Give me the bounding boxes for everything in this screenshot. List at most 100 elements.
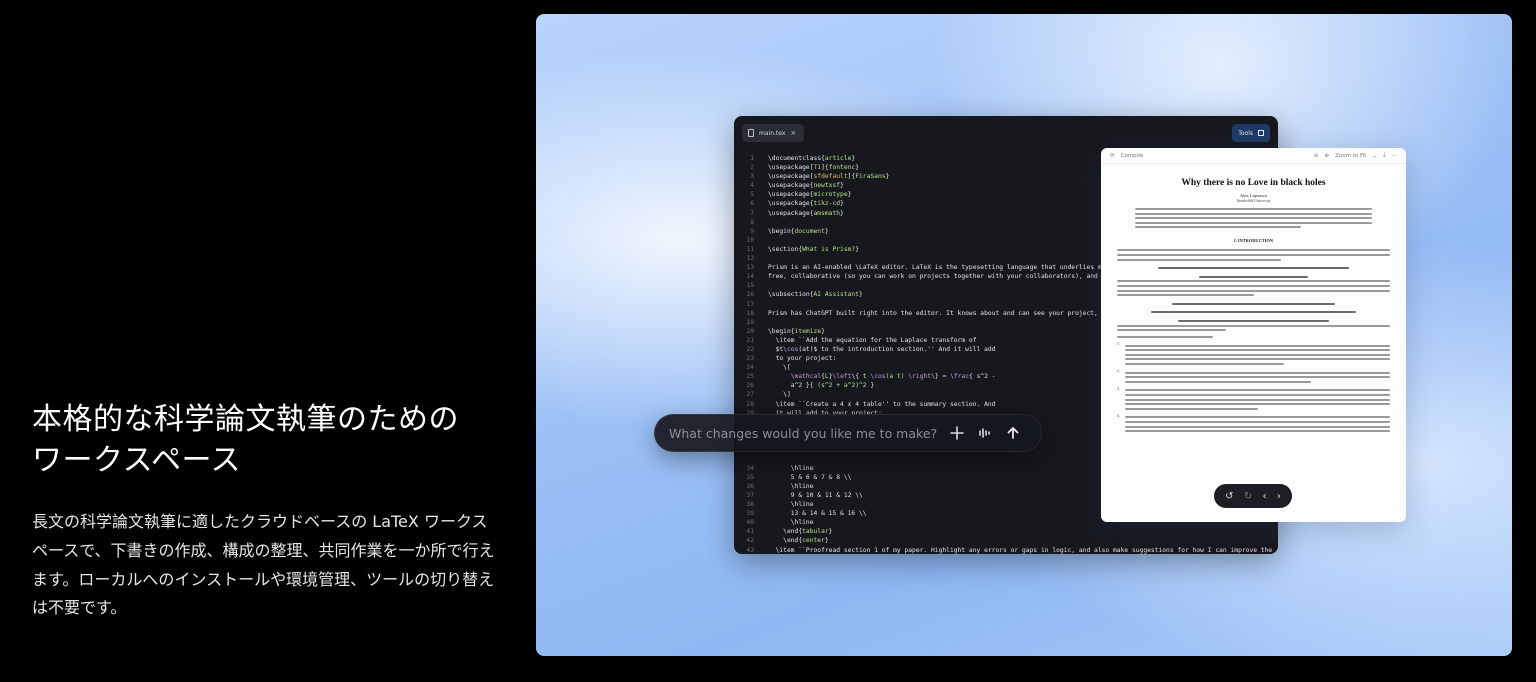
line-number: 23 xyxy=(746,355,754,363)
tools-button-label: Tools xyxy=(1238,129,1253,137)
line-number: 11 xyxy=(746,245,754,253)
line-number: 43 xyxy=(746,546,754,554)
file-icon xyxy=(748,129,754,137)
line-number: 27 xyxy=(746,391,754,399)
prev-page-icon[interactable]: ‹ xyxy=(1263,491,1267,502)
line-number: 28 xyxy=(746,400,754,408)
ai-prompt-bar xyxy=(654,414,1042,452)
zoom-in-icon[interactable]: ⊕ xyxy=(1325,153,1330,159)
line-number: 25 xyxy=(746,373,754,381)
line-text: \item ``Add the equation for the Laplace… xyxy=(768,336,977,344)
line-number: 9 xyxy=(750,227,754,235)
line-number: 19 xyxy=(746,318,754,326)
undo-icon[interactable]: ↺ xyxy=(1225,491,1233,502)
tools-button[interactable]: Tools xyxy=(1232,124,1270,142)
compile-button[interactable]: Compile xyxy=(1121,153,1144,159)
line-text: \usepackage{microtype} xyxy=(768,191,852,199)
line-text: \end{center} xyxy=(768,537,829,545)
next-page-icon[interactable]: › xyxy=(1277,491,1281,502)
line-number: 40 xyxy=(746,519,754,527)
line-text: $t\cos(at)$ to the introduction section.… xyxy=(768,345,996,353)
line-number: 21 xyxy=(746,336,754,344)
paper-affiliation: Vanderbilt University xyxy=(1236,198,1271,203)
paper-page: Why there is no Love in black holes Alex… xyxy=(1117,178,1390,433)
chevron-down-icon: ⌄ xyxy=(1372,152,1378,159)
line-text: 9 & 10 & 11 & 12 \\ xyxy=(768,492,863,499)
line-number: 39 xyxy=(746,510,754,518)
line-text: \usepackage[T1]{fontenc} xyxy=(768,164,860,172)
voice-icon[interactable] xyxy=(971,419,999,447)
line-number: 6 xyxy=(750,200,754,208)
line-number: 16 xyxy=(746,291,754,299)
file-tab-label: main.tex xyxy=(759,129,786,137)
line-text: \section{What is Prism?} xyxy=(768,245,859,253)
line-text: \hline xyxy=(768,464,814,472)
download-icon[interactable]: ⤓ xyxy=(1383,152,1385,159)
refresh-icon[interactable]: ⟳ xyxy=(1110,153,1115,159)
paper-section-heading: I. INTRODUCTION xyxy=(1233,238,1274,244)
line-number: 17 xyxy=(746,300,754,308)
product-showcase: main.tex × Tools 1 \documentclass{article… xyxy=(536,14,1512,656)
redo-icon[interactable]: ↻ xyxy=(1244,491,1252,502)
zoom-out-icon[interactable]: ⊖ xyxy=(1314,153,1319,159)
line-number: 5 xyxy=(750,191,754,199)
paper-abstract xyxy=(1135,208,1372,229)
line-number: 22 xyxy=(746,345,754,353)
line-number: 13 xyxy=(746,264,754,272)
paper-title: Why there is no Love in black holes xyxy=(1181,178,1326,188)
line-number: 26 xyxy=(746,382,754,390)
line-number: 24 xyxy=(746,364,754,372)
code-line: 43 \item ``Proofread section 1 of my pap… xyxy=(734,546,1278,554)
line-text: \usepackage{newtxsf} xyxy=(768,182,844,190)
code-line: 42 \end{center} xyxy=(734,536,1278,545)
line-text: to your project: xyxy=(768,355,837,363)
file-tab[interactable]: main.tex × xyxy=(742,124,805,142)
grid-icon xyxy=(1258,130,1264,136)
ai-prompt-input[interactable] xyxy=(669,425,943,441)
page-description: 長文の科学論文執筆に適したクラウドベースの LaTeX ワークスペースで、下書き… xyxy=(32,512,495,618)
line-number: 38 xyxy=(746,501,754,509)
line-text: free, collaborative (so you can work on … xyxy=(768,273,1140,281)
line-number: 35 xyxy=(746,473,754,481)
line-number: 1 xyxy=(750,155,754,162)
page-title: 本格的な科学論文執筆のための ワークスペース xyxy=(32,402,459,478)
code-line: 41 \end{tabular} xyxy=(734,527,1278,536)
line-number: 37 xyxy=(746,492,754,499)
more-icon[interactable]: ⋯ xyxy=(1392,153,1398,159)
line-text: \usepackage[sfdefault]{FiraSans} xyxy=(768,173,890,181)
line-text: \subsection{AI Assistant} xyxy=(768,291,863,299)
send-arrow-icon[interactable] xyxy=(999,419,1027,447)
line-text: 13 & 14 & 15 & 16 \\ xyxy=(768,510,867,518)
line-text: \] xyxy=(768,391,791,399)
line-text: \begin{document} xyxy=(768,227,829,235)
editor-tabbar: main.tex × Tools xyxy=(734,116,1278,148)
plus-icon[interactable] xyxy=(943,419,971,447)
line-number: 14 xyxy=(746,273,754,281)
line-number: 18 xyxy=(746,309,754,317)
line-number: 15 xyxy=(746,282,754,290)
line-text: \mathcal{L}\left\{ t \cos(a t) \right\} … xyxy=(790,373,996,381)
line-number: 2 xyxy=(750,164,754,172)
line-text: \hline xyxy=(768,519,814,527)
line-text: a^2 }{ (s^2 + a^2)^2 } xyxy=(768,382,875,390)
line-number: 10 xyxy=(746,236,754,244)
line-number: 34 xyxy=(746,464,754,472)
line-text: \begin{itemize} xyxy=(768,327,825,335)
line-number: 8 xyxy=(750,218,754,226)
line-number: 41 xyxy=(746,528,754,536)
zoom-select[interactable]: Zoom to Fit xyxy=(1335,153,1366,159)
line-text: Prism has ChatGPT built right into the e… xyxy=(768,309,1140,317)
close-icon[interactable]: × xyxy=(790,129,796,137)
line-number: 20 xyxy=(746,327,754,335)
line-text: 5 & 6 & 7 & 8 \\ xyxy=(768,473,852,481)
paper-body: 1. 2. 3. 4. xyxy=(1117,249,1390,433)
line-text: \documentclass{article} xyxy=(768,155,856,162)
line-number: 42 xyxy=(746,537,754,545)
preview-toolbar: ⟳ Compile ⊖ ⊕ Zoom to Fit ⌄ ⤓ ⋯ xyxy=(1101,148,1406,164)
line-text: \hline xyxy=(768,501,814,509)
line-text: \hline xyxy=(768,482,814,490)
line-number: 7 xyxy=(750,209,754,217)
line-number: 12 xyxy=(746,255,754,263)
line-text: \usepackage{amsmath} xyxy=(768,209,844,217)
pdf-preview-window: ⟳ Compile ⊖ ⊕ Zoom to Fit ⌄ ⤓ ⋯ Why ther… xyxy=(1101,148,1406,522)
